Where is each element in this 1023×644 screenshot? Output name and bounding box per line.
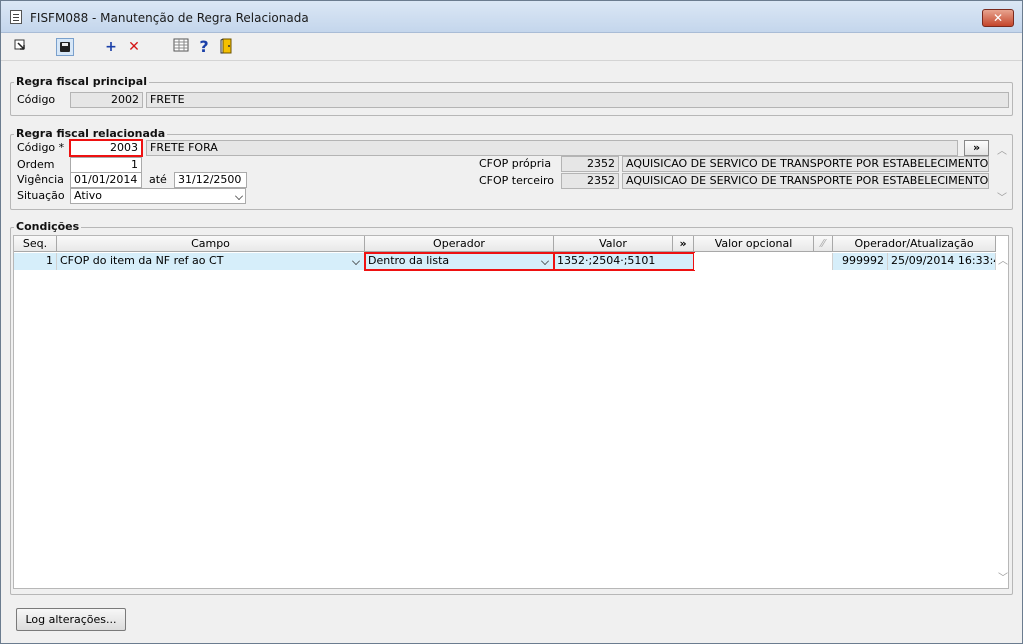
cell-seq[interactable]: 1	[14, 253, 57, 270]
principal-title: Regra fiscal principal	[14, 75, 149, 88]
title-bar: FISFM088 - Manutenção de Regra Relaciona…	[1, 1, 1022, 33]
grid-scrollbar[interactable]: ︿ ﹀	[996, 236, 1010, 588]
cfop-propria-label: CFOP própria	[479, 157, 552, 170]
ate-label: até	[149, 173, 167, 186]
condicoes-grid: Seq. Campo Operador Valor » Valor opcion…	[13, 235, 1009, 589]
situacao-select[interactable]: Ativo	[70, 188, 246, 204]
col-header-campo[interactable]: Campo	[57, 236, 365, 252]
help-icon[interactable]: ?	[195, 38, 213, 56]
vigencia-ate-input[interactable]: 31/12/2500	[174, 172, 247, 188]
cfop-propria-field: 2352	[561, 156, 619, 172]
cfop-terceiro-field: 2352	[561, 173, 619, 189]
chevron-down-icon	[352, 257, 360, 265]
delete-icon[interactable]: ✕	[125, 38, 143, 56]
window-title: FISFM088 - Manutenção de Regra Relaciona…	[30, 11, 309, 25]
back-icon[interactable]	[11, 38, 29, 56]
cfop-propria-desc-field: AQUISICAO DE SERVICO DE TRANSPORTE POR E…	[622, 156, 989, 172]
situacao-label: Situação	[17, 189, 65, 202]
cell-campo-value: CFOP do item da NF ref ao CT	[60, 254, 224, 267]
scroll-down-icon[interactable]: ﹀	[995, 189, 1009, 204]
vigencia-de-input[interactable]: 01/01/2014	[70, 172, 142, 188]
relacionada-lookup-button[interactable]: »	[964, 140, 989, 156]
scroll-up-icon[interactable]: ︿	[996, 252, 1010, 267]
relacionada-title: Regra fiscal relacionada	[14, 127, 168, 140]
chevron-down-icon	[541, 257, 549, 265]
col-header-operador[interactable]: Operador	[365, 236, 554, 252]
scroll-down-icon[interactable]: ﹀	[996, 569, 1010, 584]
relacionada-scrollbar[interactable]: ︿ ﹀	[995, 142, 1009, 204]
principal-descricao-field: FRETE	[146, 92, 1009, 108]
exit-door-icon[interactable]	[218, 38, 236, 56]
scroll-up-icon[interactable]: ︿	[995, 142, 1009, 157]
cell-operador-value: Dentro da lista	[368, 254, 450, 267]
close-button[interactable]: ✕	[982, 9, 1014, 27]
col-header-seq[interactable]: Seq.	[14, 236, 57, 252]
ordem-input[interactable]: 1	[70, 157, 142, 173]
chevron-down-icon	[235, 192, 243, 200]
valor-lookup-button[interactable]: »	[673, 236, 694, 252]
main-window: FISFM088 - Manutenção de Regra Relaciona…	[0, 0, 1023, 644]
document-icon	[10, 10, 22, 24]
principal-codigo-label: Código	[17, 93, 56, 106]
toolbar: + ✕ ?	[1, 34, 1022, 61]
log-alteracoes-button[interactable]: Log alterações...	[16, 608, 126, 631]
col-header-valor-opcional[interactable]: Valor opcional	[694, 236, 814, 252]
add-icon[interactable]: +	[102, 38, 120, 56]
cell-valor-opcional[interactable]	[694, 253, 833, 270]
cfop-terceiro-label: CFOP terceiro	[479, 174, 555, 187]
relacionada-descricao-field: FRETE FORA	[146, 140, 958, 156]
table-icon[interactable]	[172, 38, 190, 56]
cell-usuario: 999992	[833, 253, 888, 270]
condicoes-title: Condições	[14, 220, 82, 233]
cell-campo[interactable]: CFOP do item da NF ref ao CT	[57, 253, 365, 270]
vigencia-label: Vigência	[17, 173, 64, 186]
valor-opcional-lookup-icon: ⁄⁄	[814, 236, 833, 252]
col-header-operador-atualizacao[interactable]: Operador/Atualização	[833, 236, 996, 252]
principal-codigo-field: 2002	[70, 92, 143, 108]
cell-valor[interactable]: 1352·;2504·;5101	[553, 252, 695, 271]
cell-operador[interactable]: Dentro da lista	[364, 252, 555, 271]
relacionada-codigo-label: Código *	[17, 141, 65, 154]
cell-data: 25/09/2014 16:33:44	[888, 253, 996, 270]
relacionada-codigo-input[interactable]: 2003	[69, 139, 143, 157]
cfop-terceiro-desc-field: AQUISICAO DE SERVICO DE TRANSPORTE POR E…	[622, 173, 989, 189]
ordem-label: Ordem	[17, 158, 55, 171]
col-header-valor[interactable]: Valor	[554, 236, 673, 252]
situacao-value: Ativo	[74, 189, 102, 202]
save-icon[interactable]	[56, 38, 74, 56]
